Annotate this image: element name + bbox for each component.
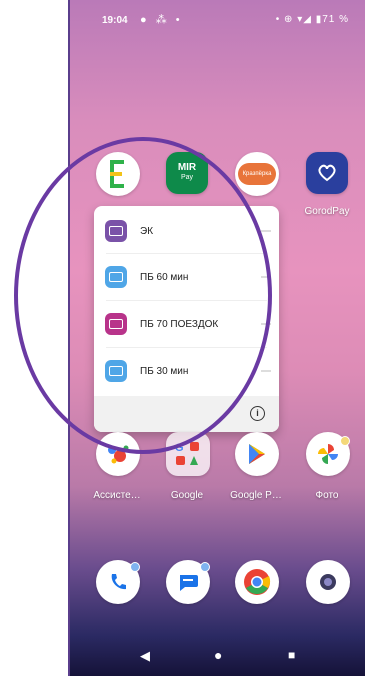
svg-text:G: G [175, 442, 184, 454]
card-icon [105, 266, 127, 288]
gorodpay-label: GorodPay [304, 206, 350, 217]
mir-pay-text: MIR [177, 162, 197, 173]
notification-icons: ● ⁂ • [140, 14, 183, 26]
chrome-icon [244, 569, 271, 595]
shortcut-pb-70[interactable]: ПБ 70 ПОЕЗДОК [94, 301, 279, 347]
back-button[interactable]: ◀ [140, 648, 150, 664]
drag-handle-icon[interactable] [261, 323, 271, 325]
shortcut-ek[interactable]: ЭК [94, 208, 279, 254]
card-icon [105, 360, 127, 382]
google-label: Google [170, 490, 204, 501]
drag-handle-icon[interactable] [261, 230, 271, 232]
phone-screen: 19:04 ● ⁂ • • ⊕ ▾◢ ▮71 % MIR Pay Кразпёр… [68, 0, 365, 676]
google-apps-grid-icon: G [175, 442, 199, 465]
shortcut-label: ЭК [140, 225, 154, 237]
assistant-app-icon[interactable] [96, 432, 140, 476]
camera-app-icon[interactable] [306, 560, 350, 604]
info-icon[interactable]: i [250, 406, 265, 421]
card-icon [105, 313, 127, 335]
status-time: 19:04 [102, 15, 128, 26]
e-letter-icon [110, 160, 124, 188]
system-status-icons: • ⊕ ▾◢ ▮71 % [275, 14, 349, 25]
drag-handle-icon[interactable] [261, 370, 271, 372]
assistant-icon [108, 445, 129, 464]
assistant-label: Ассисте… [93, 490, 141, 501]
navigation-bar: ◀ ● ■ [68, 640, 365, 676]
notification-dot [130, 562, 140, 572]
google-play-label: Google P… [230, 490, 282, 501]
shortcut-pb-60[interactable]: ПБ 60 мин [94, 254, 279, 300]
e-app-icon[interactable] [96, 152, 140, 196]
messages-icon [180, 575, 198, 591]
shortcut-label: ПБ 30 мин [140, 365, 189, 377]
home-button[interactable]: ● [214, 647, 222, 663]
shortcut-pb-30[interactable]: ПБ 30 мин [94, 348, 279, 394]
yurtopka-text: Кразпёрка [242, 171, 272, 177]
drag-handle-icon[interactable] [261, 276, 271, 278]
recents-button[interactable]: ■ [288, 648, 295, 662]
google-folder-icon[interactable]: G [166, 432, 210, 476]
play-store-icon [249, 444, 265, 464]
card-icon [105, 220, 127, 242]
shortcut-menu: ЭК ПБ 60 мин ПБ 70 ПОЕЗДОК ПБ 30 мин i [94, 206, 279, 432]
phone-frame-edge [68, 0, 70, 676]
google-play-app-icon[interactable] [235, 432, 279, 476]
yurtopka-app-icon[interactable]: Кразпёрка [235, 152, 279, 196]
chrome-app-icon[interactable] [235, 560, 279, 604]
mir-pay-subtext: Pay [180, 174, 194, 181]
gorodpay-logo-icon [318, 164, 336, 182]
gorodpay-app-icon[interactable] [306, 152, 348, 194]
shortcut-label: ПБ 60 мин [140, 271, 189, 283]
shortcut-label: ПБ 70 ПОЕЗДОК [140, 318, 219, 330]
camera-icon [320, 574, 336, 590]
notification-dot [340, 436, 350, 446]
photos-label: Фото [315, 490, 339, 501]
status-bar: 19:04 ● ⁂ • • ⊕ ▾◢ ▮71 % [68, 0, 365, 40]
phone-icon [111, 574, 126, 590]
notification-dot [200, 562, 210, 572]
photos-pinwheel-icon [318, 444, 338, 464]
mir-pay-app-icon[interactable]: MIR Pay [166, 152, 208, 194]
shortcut-menu-footer: i [94, 396, 279, 432]
